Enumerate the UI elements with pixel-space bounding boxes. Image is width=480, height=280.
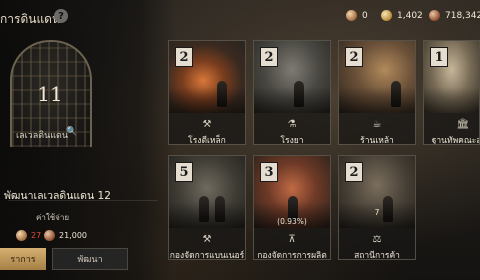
bronze-coin-icon <box>44 230 55 241</box>
trade-count: 7 <box>374 208 380 217</box>
resource-copper-value: 0 <box>362 10 368 21</box>
shovel-icon: ⊼ <box>288 234 296 245</box>
building-level-badge: 5 <box>175 162 193 182</box>
upgrade-title: พัฒนาเลเวลดินแดน 12 <box>4 190 111 202</box>
search-icon[interactable]: 🔍 <box>66 127 77 137</box>
building-name: สถานีการค้า <box>354 251 400 260</box>
building-level-badge: 2 <box>345 47 363 67</box>
hall-icon: 🏛 <box>456 119 470 130</box>
cost-copper-value: 27 <box>31 231 42 240</box>
copper-coin-icon <box>346 10 357 21</box>
resource-bronze-value: 718,342 <box>445 10 480 21</box>
building-card-banner-management[interactable]: 5 ⚒ กองจัดการแบนเนอร์ <box>168 155 246 260</box>
mortar-icon: ⚗ <box>287 119 297 130</box>
building-card-pharmacy[interactable]: 2 ⚗ โรงยา <box>253 40 331 145</box>
cost-label: ค่าใช้จ่าย <box>36 213 70 222</box>
building-name: โรงยา <box>280 136 304 145</box>
building-level-badge: 2 <box>345 162 363 182</box>
resource-gold: 1,402 <box>381 10 423 21</box>
building-name: โรงตีเหล็ก <box>188 136 226 145</box>
resource-copper: 0 <box>346 10 368 21</box>
territory-level-label: เลเวลดินแดน <box>16 131 69 141</box>
cost-bronze-value: 21,000 <box>59 231 87 240</box>
building-name: ฐานทัพคณะสำ <box>431 136 479 145</box>
building-level-badge: 2 <box>260 47 278 67</box>
territory-level: 11 <box>37 82 63 106</box>
page-title: การดินแดน <box>0 12 61 26</box>
building-level-badge: 2 <box>175 47 193 67</box>
building-card-trading-station[interactable]: 2 7 ⚖ สถานีการค้า <box>338 155 416 260</box>
copper-coin-icon <box>16 230 27 241</box>
building-name: ร้านเหล้า <box>360 136 394 145</box>
gold-coin-icon <box>381 10 392 21</box>
resource-gold-value: 1,402 <box>397 10 423 21</box>
building-name: กองจัดการการผลิต <box>257 251 327 260</box>
scale-icon: ⚖ <box>372 234 382 245</box>
production-progress: (0.93%) <box>277 217 307 226</box>
upgrade-button[interactable]: พัฒนา <box>52 248 128 270</box>
building-level-badge: 3 <box>260 162 278 182</box>
cost-item-bronze: 21,000 <box>44 230 87 241</box>
anvil-icon: ⚒ <box>202 119 212 130</box>
building-card-tavern[interactable]: 2 ☕ ร้านเหล้า <box>338 40 416 145</box>
building-card-blacksmith[interactable]: 2 ⚒ โรงตีเหล็ก <box>168 40 246 145</box>
resource-bronze: 718,342 <box>429 10 480 21</box>
divider <box>8 200 158 201</box>
building-card-production-management[interactable]: 3 (0.93%) ⊼ กองจัดการการผลิต <box>253 155 331 260</box>
primary-action-button[interactable]: ราการ <box>0 248 46 270</box>
mug-icon: ☕ <box>372 119 382 130</box>
hammer-icon: ⚒ <box>202 234 212 245</box>
building-level-badge: 1 <box>430 47 448 67</box>
building-name: กองจัดการแบนเนอร์ <box>169 251 245 260</box>
bronze-coin-icon <box>429 10 440 21</box>
help-icon[interactable]: ? <box>54 9 68 23</box>
cost-item-copper: 27 <box>16 230 41 241</box>
building-card-hall[interactable]: 1 🏛 ฐานทัพคณะสำ <box>423 40 480 145</box>
